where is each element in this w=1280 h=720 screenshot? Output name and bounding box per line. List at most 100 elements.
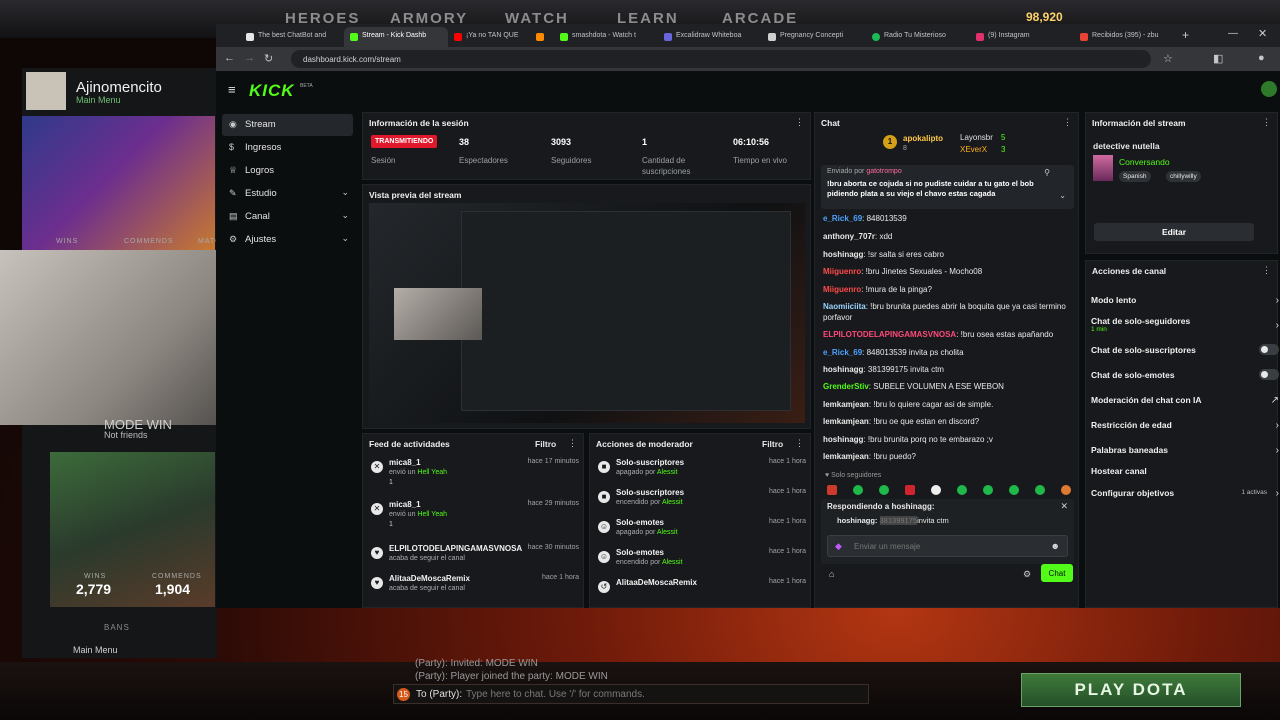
emotes-only-toggle[interactable] [1259, 369, 1279, 380]
pinned-message: Enviado por gatotrompo ⚲ ⌄ !bru aborta c… [821, 165, 1074, 209]
tab-favicon-icon [768, 33, 776, 41]
extensions-icon[interactable]: ◧ [1213, 52, 1223, 65]
action-host-channel[interactable]: Hostear canal [1091, 466, 1271, 476]
more-options-icon[interactable]: ⋮ [1063, 117, 1072, 128]
more-options-icon[interactable]: ⋮ [795, 438, 804, 449]
heart-icon: ♥ [371, 547, 383, 559]
emote-icon[interactable] [853, 485, 863, 495]
kick-logo[interactable]: KICK [249, 81, 295, 101]
more-options-icon[interactable]: ⋮ [795, 117, 804, 128]
play-dota-button[interactable]: PLAY DOTA [1021, 673, 1241, 707]
chat-message: porfavor [823, 313, 853, 322]
browser-tab[interactable]: Recibidos (395) - zbu [1074, 27, 1178, 47]
action-ai-moderation[interactable]: Moderación del chat con IA ↗ [1091, 395, 1279, 406]
subs-label: Cantidad de suscripciones [642, 156, 691, 176]
user-avatar-icon[interactable] [1261, 81, 1277, 97]
hero1-commends-label: COMMENDS [124, 238, 174, 245]
emote-icon[interactable] [957, 485, 967, 495]
gear-icon[interactable]: ⚙ [1023, 569, 1031, 580]
youtube-favicon-icon [454, 33, 462, 41]
hamburger-menu-icon[interactable]: ≡ [228, 82, 236, 97]
emote-icon[interactable] [983, 485, 993, 495]
star-icon[interactable]: ☆ [1163, 52, 1173, 65]
browser-tab[interactable]: (9) Instagram [970, 27, 1074, 47]
mod-filter-button[interactable]: Filtro [762, 439, 783, 449]
action-slow-mode[interactable]: Modo lento › [1091, 295, 1279, 306]
more-options-icon[interactable]: ⋮ [1262, 117, 1271, 128]
tag-chip[interactable]: Spanish [1119, 171, 1151, 182]
chevron-right-icon: › [1275, 445, 1279, 456]
send-chat-button[interactable]: Chat [1041, 564, 1073, 582]
tab-label: smashdota - Watch t [572, 32, 636, 39]
stream-preview-video[interactable] [369, 203, 805, 423]
emote-icon[interactable] [1035, 485, 1045, 495]
close-window-icon[interactable]: ✕ [1258, 27, 1267, 40]
url-field[interactable]: dashboard.kick.com/stream [291, 50, 1151, 68]
browser-tab[interactable]: Pregnancy Concepti [762, 27, 866, 47]
shield-icon: ■ [598, 461, 610, 473]
category-thumbnail[interactable] [1093, 155, 1113, 181]
reload-icon[interactable]: ↻ [264, 52, 273, 65]
browser-tab[interactable] [530, 27, 554, 47]
emote-icon[interactable] [1009, 485, 1019, 495]
avatar[interactable] [26, 72, 66, 110]
new-tab-icon[interactable]: + [1182, 28, 1189, 42]
emote-icon[interactable] [827, 485, 837, 495]
action-subs-only[interactable]: Chat de solo-suscriptores [1091, 344, 1279, 355]
action-emotes-only[interactable]: Chat de solo-emotes [1091, 369, 1279, 380]
back-icon[interactable]: ← [224, 52, 235, 64]
chevron-down-icon: ⌄ [341, 233, 349, 243]
emote-icon[interactable] [905, 485, 915, 495]
stream-category[interactable]: Conversando [1119, 157, 1170, 167]
gift-icon[interactable]: ⌂ [829, 569, 834, 579]
feed-item: ♥ ELPILOTODELAPINGAMASVNOSA hace 30 minuto… [369, 544, 579, 574]
edit-stream-button[interactable]: Editar [1094, 223, 1254, 241]
chat-message-input[interactable] [827, 535, 1068, 557]
chevron-down-icon[interactable]: ⌄ [1059, 191, 1066, 200]
action-goals[interactable]: Configurar objetivos 1 activas › [1091, 488, 1279, 499]
action-banned-words[interactable]: Palabras baneadas › [1091, 445, 1279, 456]
action-age-restriction[interactable]: Restricción de edad › [1091, 420, 1279, 431]
emote-icon[interactable] [879, 485, 889, 495]
emote-icon: ☺ [598, 521, 610, 533]
hero-card-1[interactable] [22, 116, 215, 251]
pin-icon[interactable]: ⚲ [1044, 168, 1050, 177]
leader-name: XEverX [960, 145, 988, 154]
beta-badge: BETA [300, 83, 313, 89]
gmail-favicon-icon [1080, 33, 1088, 41]
preview-screen-content [461, 211, 791, 411]
tag-chip[interactable]: chillywilly [1166, 171, 1201, 182]
stream-info-panel: Información del stream ⋮ detective nutel… [1085, 112, 1278, 254]
chevron-right-icon: › [1275, 295, 1279, 306]
hero-card-2[interactable] [50, 452, 215, 607]
sidebar-item-ingresos[interactable]: $ Ingresos [222, 137, 353, 159]
emote-icon[interactable] [931, 485, 941, 495]
sidebar-item-stream[interactable]: ◉ Stream [222, 114, 353, 136]
party-chat-input[interactable] [466, 687, 786, 701]
emote-icon[interactable] [1061, 485, 1071, 495]
emoji-icon[interactable]: ☻ [1051, 541, 1060, 551]
sidebar-item-estudio[interactable]: ✎ Estudio ⌄ [222, 183, 353, 205]
close-icon[interactable]: ✕ [1060, 501, 1068, 512]
browser-tab[interactable]: Excalidraw Whiteboa [658, 27, 762, 47]
sidebar-item-ajustes[interactable]: ⚙ Ajustes ⌄ [222, 229, 353, 251]
browser-tab[interactable]: ¡Ya no TAN QUE [448, 27, 530, 47]
minimize-icon[interactable]: — [1228, 28, 1238, 39]
forward-icon[interactable]: → [244, 52, 255, 64]
undo-icon: ↺ [598, 581, 610, 593]
browser-tab[interactable]: The best ChatBot and [240, 27, 344, 47]
browser-tab[interactable]: smashdota - Watch t [554, 27, 658, 47]
viewers-label: Espectadores [459, 156, 508, 165]
subs-only-toggle[interactable] [1259, 344, 1279, 355]
more-options-icon[interactable]: ⋮ [568, 438, 577, 449]
profile-icon[interactable]: ● [1258, 52, 1265, 64]
browser-tab-active[interactable]: Stream - Kick Dashb [344, 27, 448, 47]
action-followers-only[interactable]: Chat de solo-seguidores › 1 min [1091, 316, 1279, 333]
sidebar-item-logros[interactable]: ♕ Logros [222, 160, 353, 182]
feed-filter-button[interactable]: Filtro [535, 439, 556, 449]
activity-feed-panel: Feed de actividades Filtro ⋮ ✕ mica8_1 hac… [362, 433, 584, 608]
main-menu-link[interactable]: Main Menu [73, 645, 118, 655]
more-options-icon[interactable]: ⋮ [1262, 265, 1271, 276]
browser-tab[interactable]: Radio Tu Misterioso [866, 27, 970, 47]
sidebar-item-canal[interactable]: ▤ Canal ⌄ [222, 206, 353, 228]
